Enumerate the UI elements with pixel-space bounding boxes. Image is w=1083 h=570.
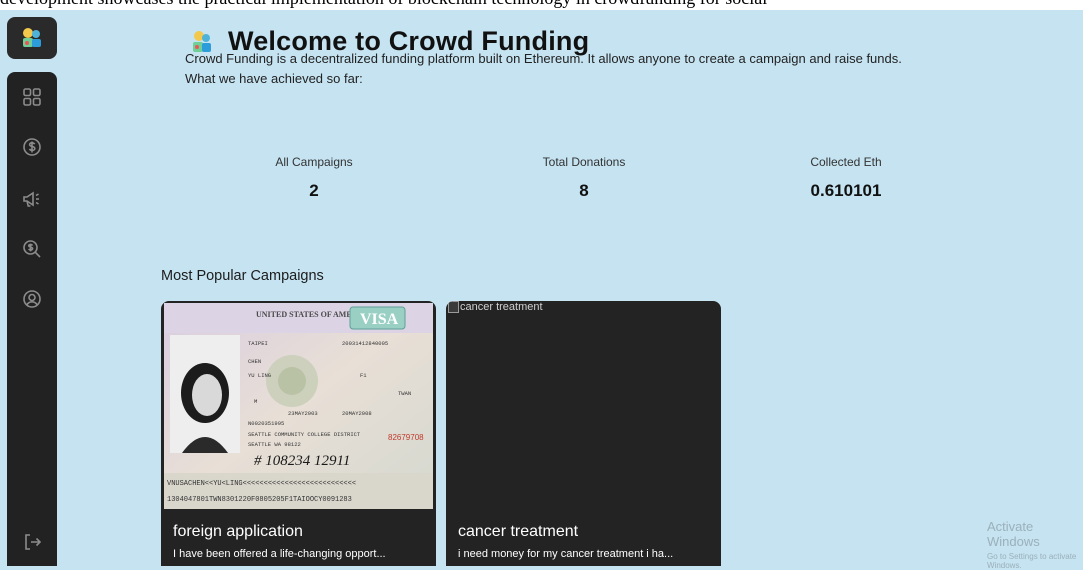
stat-label: Collected Eth — [810, 155, 882, 169]
visa-surname: CHEN — [248, 358, 261, 365]
visa-place: TAIPEI — [248, 340, 268, 347]
visa-stamp: VISA — [360, 311, 399, 328]
nav-payment[interactable] — [7, 130, 57, 164]
stat-total-donations: Total Donations 8 — [494, 155, 674, 201]
search-dollar-icon — [23, 240, 41, 258]
visa-serial: 82679708 — [388, 433, 424, 442]
visa-issue: 23MAY2003 — [288, 410, 318, 417]
visa-class: F1 — [360, 372, 367, 379]
visa-given: YU LING — [248, 372, 271, 379]
stat-value: 2 — [309, 181, 319, 200]
logo-tile[interactable] — [7, 17, 57, 59]
intro-text: Crowd Funding is a decentralized funding… — [185, 49, 1065, 89]
broken-image-placeholder: cancer treatment — [448, 301, 543, 313]
stat-label: All Campaigns — [275, 155, 353, 169]
visa-handwriting: # 108234 12911 — [254, 453, 350, 469]
visa-sex: M — [254, 398, 257, 405]
stat-value: 8 — [579, 181, 589, 200]
stat-value: 0.610101 — [810, 181, 882, 200]
visa-expiry: 20MAY2008 — [342, 410, 372, 417]
broken-image-icon — [448, 301, 459, 313]
stat-label: Total Donations — [542, 155, 626, 169]
nav-withdraw[interactable] — [7, 232, 57, 266]
intro-description: Crowd Funding is a decentralized funding… — [185, 51, 902, 66]
caption-text: development showcases the practical impl… — [0, 0, 767, 9]
dashboard-grid-icon — [23, 88, 41, 106]
visa-nationality: TWAN — [398, 390, 411, 397]
visa-annotation: N0020351995 — [248, 420, 284, 427]
campaign-card-foreign-application[interactable]: UNITED STATES OF AMERICA VISA TAIPEI 200… — [161, 301, 436, 566]
visa-annotation: SEATTLE COMMUNITY COLLEGE DISTRICT — [248, 431, 361, 438]
sidebar — [7, 72, 57, 566]
megaphone-icon — [23, 191, 39, 207]
section-title: Most Popular Campaigns — [161, 268, 324, 284]
visa-mrz: VNUSACHEN<<YU<LING<<<<<<<<<<<<<<<<<<<<<<… — [167, 480, 356, 488]
nav-logout[interactable] — [7, 525, 57, 559]
dollar-coin-icon — [23, 138, 41, 156]
watermark-title: Activate Windows — [987, 519, 1040, 549]
watermark-subtitle: Go to Settings to activate Windows. — [987, 552, 1077, 570]
stat-all-campaigns: All Campaigns 2 — [224, 155, 404, 201]
image-alt-text: cancer treatment — [460, 301, 543, 313]
nav-profile[interactable] — [7, 282, 57, 316]
profile-icon — [23, 290, 41, 308]
activate-windows-watermark: Activate Windows Go to Settings to activ… — [987, 519, 1083, 570]
visa-annotation: SEATTLE WA 98122 — [248, 441, 301, 448]
caption-strip: development showcases the practical impl… — [0, 0, 1083, 10]
stat-collected-eth: Collected Eth 0.610101 — [756, 155, 936, 201]
nav-campaign[interactable] — [7, 182, 57, 216]
campaign-image: UNITED STATES OF AMERICA VISA TAIPEI 200… — [164, 303, 433, 509]
crowd-logo-icon — [23, 28, 41, 47]
achieved-label: What we have achieved so far: — [185, 71, 363, 86]
campaign-description: i need money for my cancer treatment i h… — [458, 548, 674, 560]
campaign-title: cancer treatment — [458, 523, 579, 540]
visa-mrz: 1304047801TWN8301220F0805205F1TAIOOCY009… — [167, 496, 352, 504]
visa-control: 20031412840005 — [342, 340, 388, 347]
campaign-card-cancer-treatment[interactable]: cancer treatment cancer treatment i need… — [446, 301, 721, 566]
campaign-description: I have been offered a life-changing oppo… — [173, 548, 386, 560]
logout-icon — [25, 534, 42, 550]
campaign-title: foreign application — [173, 523, 303, 540]
nav-dashboard[interactable] — [7, 80, 57, 114]
